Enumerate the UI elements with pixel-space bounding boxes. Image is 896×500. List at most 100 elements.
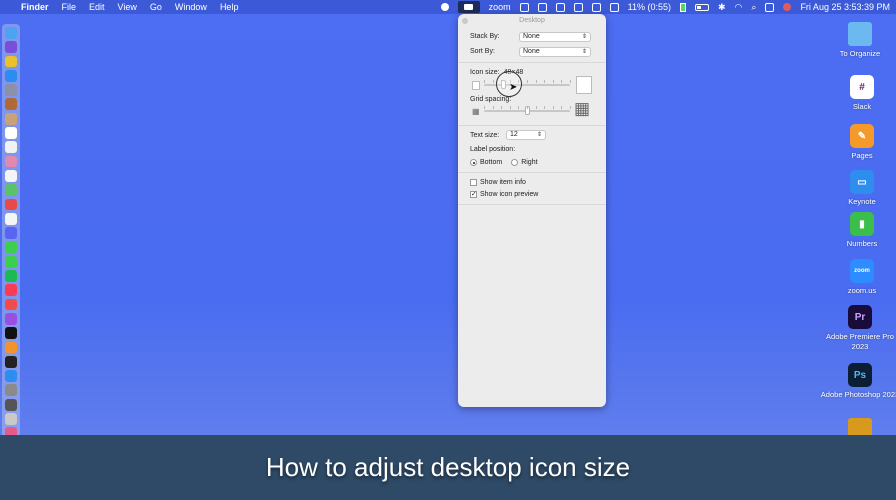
show-item-info-label: Show item info bbox=[480, 179, 526, 186]
label-right-radio[interactable] bbox=[511, 159, 519, 166]
large-icon-preview bbox=[576, 76, 592, 94]
slider-tick bbox=[509, 106, 511, 109]
desktop-icon-photoshop[interactable]: Ps Adobe Photoshop 2023 bbox=[820, 363, 896, 400]
battery-green-icon bbox=[679, 2, 686, 12]
menu-window[interactable]: Window bbox=[175, 2, 207, 12]
divider bbox=[458, 204, 606, 205]
dock-screenshot-icon[interactable] bbox=[5, 398, 17, 411]
dock-notes-icon[interactable] bbox=[5, 141, 17, 154]
dock-siri-icon[interactable] bbox=[5, 41, 17, 54]
dock-news-icon[interactable] bbox=[5, 298, 17, 311]
zoom-menu-label[interactable]: zoom bbox=[489, 2, 511, 12]
desktop-icon-premiere[interactable]: Pr Adobe Premiere Pro 2023 bbox=[820, 305, 896, 351]
bluetooth-icon[interactable]: ✱ bbox=[718, 2, 726, 13]
dock-discord-icon[interactable] bbox=[5, 227, 17, 239]
creative-cloud-icon[interactable] bbox=[519, 2, 529, 12]
small-icon-preview bbox=[472, 81, 480, 90]
folder-icon bbox=[848, 22, 872, 46]
show-item-info-row: Show item info bbox=[470, 179, 526, 186]
desktop-icon-slack[interactable]: # Slack bbox=[822, 75, 896, 112]
desktop-icon-keynote[interactable]: ▭ Keynote bbox=[822, 170, 896, 207]
stack-by-select[interactable]: None ⇕ bbox=[519, 32, 591, 42]
extension-icon[interactable] bbox=[555, 2, 565, 12]
spotlight-search-icon[interactable]: ⌕ bbox=[751, 2, 756, 13]
slider-tick bbox=[570, 80, 571, 83]
record-icon[interactable] bbox=[440, 3, 449, 11]
dock-photos-icon[interactable] bbox=[5, 155, 17, 168]
dock-facetime-video-icon[interactable] bbox=[5, 255, 17, 268]
dock-finder-icon[interactable] bbox=[5, 27, 17, 39]
paperclip-icon[interactable] bbox=[537, 2, 547, 12]
dock-app-store-icon[interactable] bbox=[5, 355, 17, 368]
label-position-label: Label position: bbox=[470, 146, 516, 153]
slider-tick bbox=[552, 80, 554, 83]
mouse-pointer-icon: ➤ bbox=[509, 82, 518, 93]
menu-view[interactable]: View bbox=[118, 2, 137, 12]
desktop-icon-to-organize[interactable]: To Organize bbox=[820, 22, 896, 59]
dock-calendar-icon[interactable] bbox=[5, 127, 17, 139]
desktop-icon-label: Adobe Premiere Pro 2023 bbox=[826, 332, 894, 351]
dock-chrome-icon[interactable] bbox=[5, 55, 17, 68]
divider bbox=[458, 62, 606, 63]
desktop-icon-pages[interactable]: ✎ Pages bbox=[822, 124, 896, 161]
dock-tv-icon[interactable] bbox=[5, 327, 17, 340]
premiere-pro-icon: Pr bbox=[848, 305, 872, 329]
desktop-icon-label: Slack bbox=[852, 102, 872, 111]
keynote-icon: ▭ bbox=[850, 170, 874, 194]
dock-facetime-icon[interactable] bbox=[5, 198, 17, 211]
slider-tick bbox=[561, 106, 563, 109]
show-item-info-checkbox[interactable] bbox=[470, 179, 477, 186]
dock-settings-icon[interactable] bbox=[5, 384, 17, 397]
slider-tick bbox=[492, 106, 494, 109]
dock-slack-icon[interactable] bbox=[5, 212, 17, 225]
dock-music-icon[interactable] bbox=[5, 284, 17, 297]
dock bbox=[2, 24, 20, 440]
divider bbox=[458, 125, 606, 126]
photoshop-icon: Ps bbox=[848, 363, 872, 387]
label-bottom-text: Bottom bbox=[480, 159, 503, 166]
time-machine-icon[interactable] bbox=[609, 2, 619, 12]
desktop-view-options-panel: Desktop Stack By: None ⇕ Sort By: None ⇕… bbox=[458, 14, 606, 407]
menu-file[interactable]: File bbox=[62, 2, 77, 12]
menu-app-finder[interactable]: Finder bbox=[21, 2, 49, 12]
dock-messages-icon[interactable] bbox=[5, 241, 17, 254]
menu-go[interactable]: Go bbox=[150, 2, 162, 12]
siri-icon[interactable] bbox=[783, 3, 792, 11]
slider-tick bbox=[484, 80, 485, 83]
grid-spacing-label: Grid spacing: bbox=[470, 96, 512, 103]
desktop-icon-zoom[interactable]: zoom zoom.us bbox=[822, 259, 896, 296]
dock-reminders-icon[interactable] bbox=[5, 169, 17, 182]
desktop-icon-numbers[interactable]: ▮ Numbers bbox=[822, 212, 896, 249]
show-icon-preview-label: Show icon preview bbox=[480, 191, 539, 198]
dock-maps-icon[interactable] bbox=[5, 184, 17, 197]
partial-desktop-icon[interactable] bbox=[848, 418, 872, 436]
wifi-icon[interactable]: ◠ bbox=[735, 2, 743, 13]
menu-help[interactable]: Help bbox=[220, 2, 239, 12]
dock-podcasts-icon[interactable] bbox=[5, 312, 17, 325]
dock-spotify-icon[interactable] bbox=[5, 270, 17, 282]
small-grid-icon: ▦ bbox=[472, 107, 480, 116]
dock-app-icon-2[interactable] bbox=[5, 413, 17, 425]
menu-clock[interactable]: Fri Aug 25 3:53:39 PM bbox=[800, 2, 890, 12]
stack-by-label: Stack By: bbox=[470, 33, 500, 40]
sort-by-value: None bbox=[523, 48, 540, 55]
video-camera-icon[interactable] bbox=[457, 1, 480, 13]
dropbox-icon[interactable] bbox=[573, 2, 583, 12]
dock-books-icon[interactable] bbox=[5, 341, 17, 354]
play-icon[interactable] bbox=[591, 2, 601, 12]
menu-edit[interactable]: Edit bbox=[89, 2, 105, 12]
dock-safari-icon[interactable] bbox=[5, 69, 17, 82]
control-center-icon[interactable] bbox=[765, 2, 775, 12]
dock-contacts-icon[interactable] bbox=[5, 112, 17, 125]
slider-tick bbox=[570, 106, 571, 109]
battery-status[interactable]: 11% (0:55) bbox=[628, 2, 671, 12]
show-icon-preview-checkbox[interactable]: ✓ bbox=[470, 191, 477, 198]
close-button[interactable] bbox=[462, 18, 468, 24]
dock-app-store-blue-icon[interactable] bbox=[5, 370, 17, 382]
text-size-select[interactable]: 12 ⇕ bbox=[506, 130, 546, 140]
dock-launchpad-icon[interactable] bbox=[5, 84, 17, 96]
battery-icon[interactable] bbox=[694, 3, 709, 11]
sort-by-select[interactable]: None ⇕ bbox=[519, 47, 591, 57]
label-bottom-radio[interactable] bbox=[470, 159, 477, 166]
dock-app-icon[interactable] bbox=[5, 98, 17, 111]
